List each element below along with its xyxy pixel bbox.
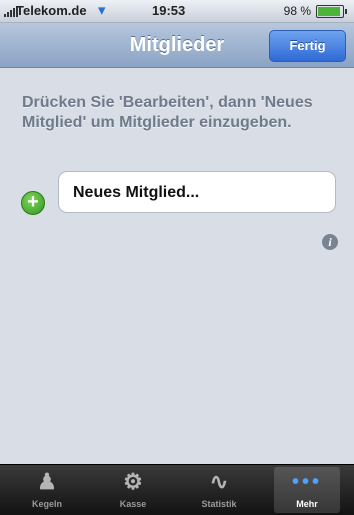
tab-mehr[interactable]: ••• Mehr [274,467,340,513]
battery-fill [318,7,340,16]
tab-statistik[interactable]: ∿ Statistik [186,467,252,513]
status-time: 19:53 [152,3,186,18]
carrier-name: Telekom.de [16,3,87,18]
tab-label: Kasse [119,499,147,509]
tab-label: Statistik [201,499,237,509]
battery-percentage: 98 % [283,4,311,18]
done-button[interactable]: Fertig [269,30,346,62]
instruction-text: Drücken Sie 'Bearbeiten', dann 'Neues Mi… [22,94,313,131]
tab-kegeln[interactable]: ♟ Kegeln [14,467,80,513]
new-member-cell[interactable]: Neues Mitglied... [58,171,336,213]
bowling-pins-icon: ♟ [37,469,57,494]
tab-label: Kegeln [31,499,62,509]
tab-kasse[interactable]: ⚙ Kasse [100,467,166,513]
chart-curve-icon: ∿ [209,469,229,494]
wifi-icon: ▾ [98,2,106,19]
tab-label: Mehr [296,499,318,509]
members-list: Drücken Sie 'Bearbeiten', dann 'Neues Mi… [0,68,354,464]
more-dots-icon: ••• [291,471,322,493]
info-icon[interactable]: i [322,234,338,250]
plus-circle-icon[interactable]: + [21,191,45,215]
status-bar: Telekom.de ▾ 19:53 98 % [0,0,354,23]
coins-icon: ⚙ [123,469,143,494]
navigation-bar: Mitglieder Fertig [0,23,354,68]
tab-bar: ♟ Kegeln ⚙ Kasse ∿ Statistik ••• Mehr [0,464,354,515]
battery-icon [316,5,347,18]
